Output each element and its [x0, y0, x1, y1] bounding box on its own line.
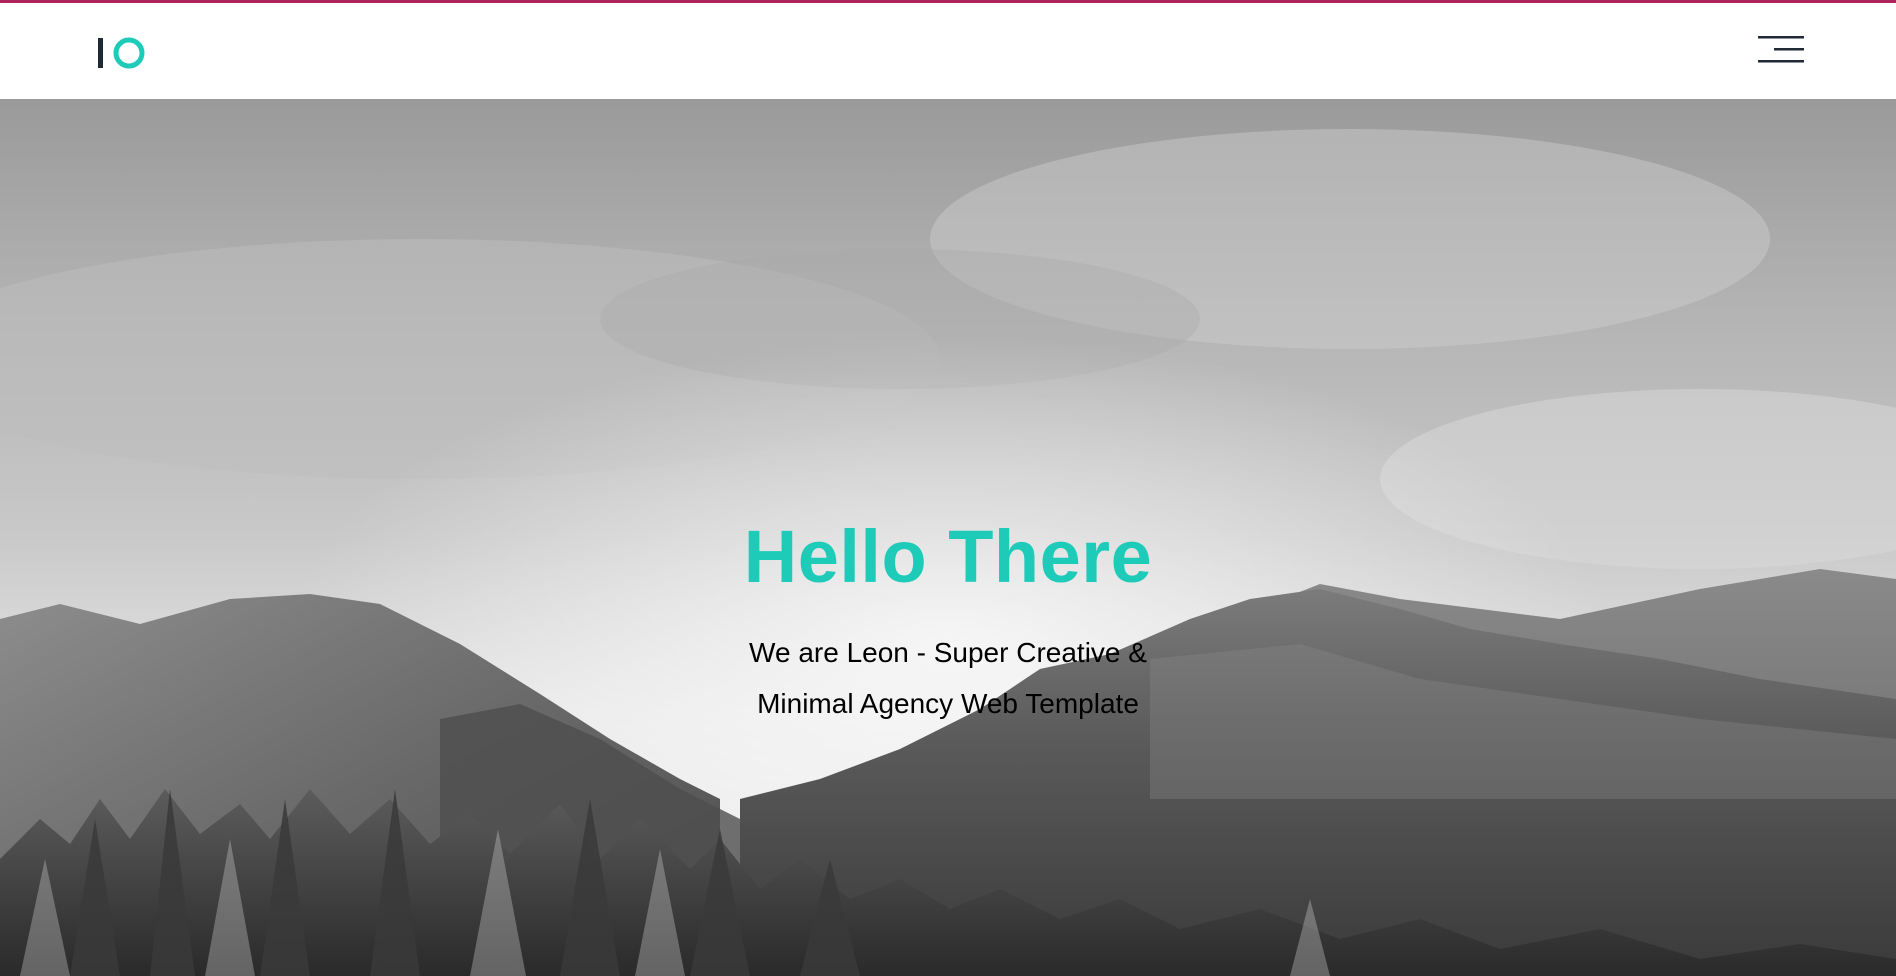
site-header	[0, 3, 1896, 99]
hero-title: Hello There	[743, 515, 1153, 598]
hero-subtitle-line-2: Minimal Agency Web Template	[757, 688, 1139, 719]
hero-subtitle: We are Leon - Super Creative & Minimal A…	[698, 627, 1198, 729]
hamburger-menu-icon[interactable]	[1752, 31, 1804, 67]
hero-subtitle-line-1: We are Leon - Super Creative &	[749, 637, 1147, 668]
hero-section: Hello There We are Leon - Super Creative…	[0, 99, 1896, 976]
io-logo-icon[interactable]	[96, 35, 148, 71]
